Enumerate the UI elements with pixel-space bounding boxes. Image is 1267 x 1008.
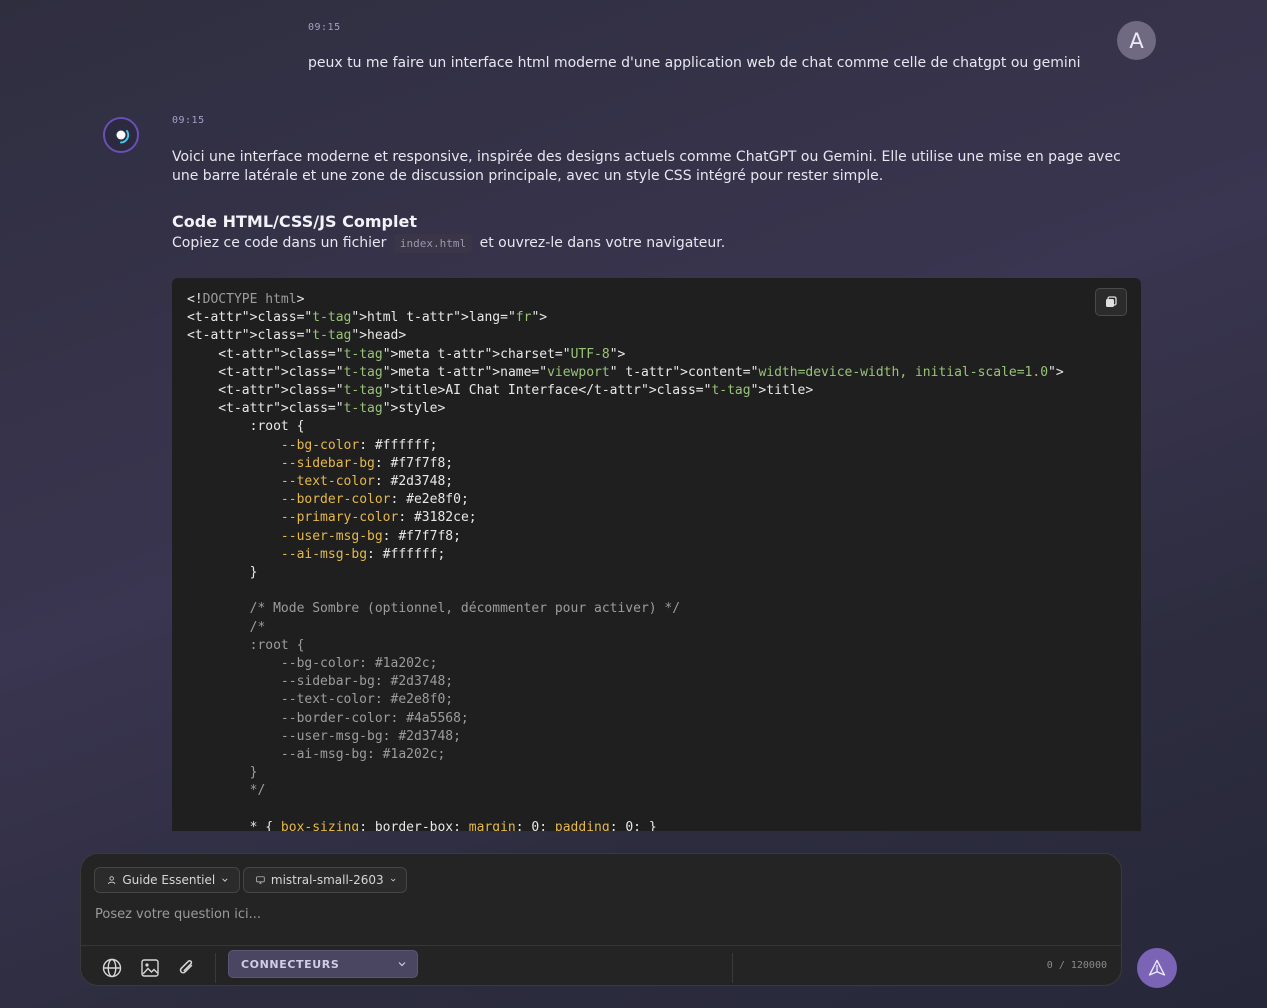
chevron-down-icon — [398, 962, 406, 967]
ai-message-time: 09:15 — [172, 115, 205, 126]
image-button[interactable] — [138, 956, 162, 980]
connectors-dropdown[interactable]: CONNECTEURS — [228, 950, 418, 978]
model-selector-label: mistral-small-2603 — [270, 873, 384, 887]
ai-message-heading: Code HTML/CSS/JS Complet — [172, 212, 417, 231]
copy-icon — [1106, 296, 1117, 307]
send-button[interactable] — [1137, 948, 1177, 988]
chevron-down-icon — [222, 878, 228, 882]
character-counter: 0 / 120000 — [1046, 960, 1107, 971]
user-icon — [107, 876, 116, 885]
inline-code-filename: index.html — [393, 234, 473, 253]
user-message-time: 09:15 — [308, 22, 341, 33]
guide-selector[interactable]: Guide Essentiel — [94, 867, 240, 893]
image-icon — [141, 959, 159, 977]
connectors-label: CONNECTEURS — [241, 957, 340, 971]
user-avatar[interactable]: A — [1117, 21, 1156, 60]
ai-message-intro: Voici une interface moderne et responsiv… — [172, 149, 1121, 184]
attach-button[interactable] — [175, 956, 199, 980]
subline-before: Copiez ce code dans un fichier — [172, 235, 387, 251]
toolbar-divider — [732, 953, 733, 983]
web-search-button[interactable] — [100, 956, 124, 980]
ai-avatar — [103, 117, 139, 153]
subline-after: et ouvrez-le dans votre navigateur. — [479, 235, 726, 251]
copy-code-button[interactable] — [1095, 288, 1127, 316]
chevron-down-icon — [390, 878, 396, 882]
send-icon — [1148, 959, 1166, 976]
model-selector[interactable]: mistral-small-2603 — [243, 867, 407, 893]
code-block: <!DOCTYPE html> <t-attr">class="t-tag">h… — [172, 278, 1141, 831]
monitor-icon — [256, 876, 265, 884]
user-message-text: peux tu me faire un interface html moder… — [308, 55, 1081, 71]
ai-message-subline: Copiez ce code dans un fichier index.htm… — [172, 234, 726, 253]
composer-divider — [81, 945, 1121, 946]
message-composer: Guide Essentiel mistral-small-2603 Posez… — [80, 853, 1122, 986]
ai-logo-icon — [116, 130, 130, 144]
guide-selector-label: Guide Essentiel — [122, 873, 216, 887]
globe-icon — [102, 958, 122, 978]
message-input[interactable]: Posez votre question ici... — [95, 907, 261, 922]
code-content: <!DOCTYPE html> <t-attr">class="t-tag">h… — [187, 292, 1064, 831]
paperclip-icon — [179, 960, 193, 974]
toolbar-divider — [215, 953, 216, 983]
